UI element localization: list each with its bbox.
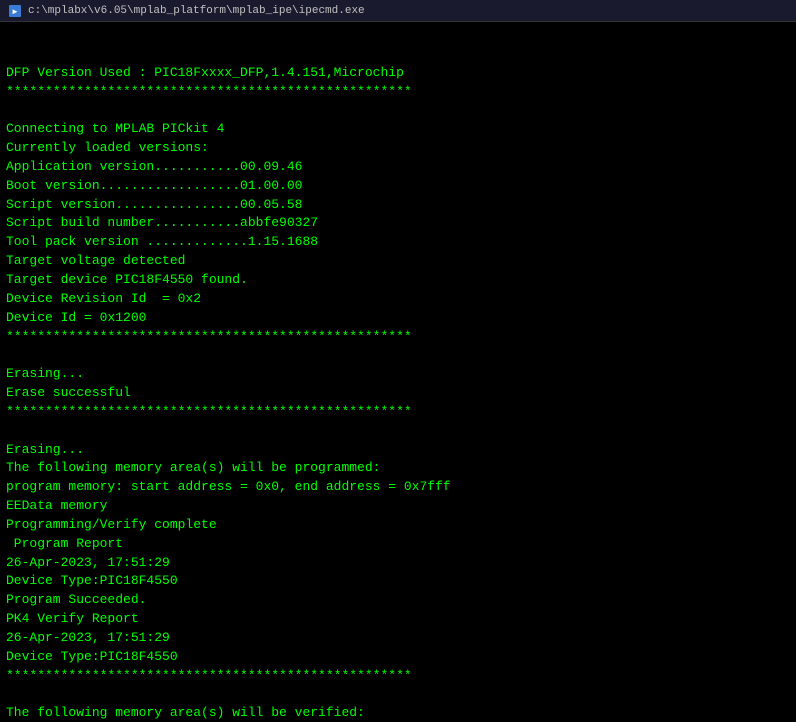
terminal-output: DFP Version Used : PIC18Fxxxx_DFP,1.4.15…	[6, 64, 790, 722]
terminal-line: Device Id = 0x1200	[6, 309, 790, 328]
terminal-line: Target device PIC18F4550 found.	[6, 271, 790, 290]
terminal-line: Erasing...	[6, 365, 790, 384]
terminal-line: ****************************************…	[6, 667, 790, 686]
terminal-line: Currently loaded versions:	[6, 139, 790, 158]
terminal-line	[6, 346, 790, 365]
terminal-line: ****************************************…	[6, 328, 790, 347]
terminal-line: Programming/Verify complete	[6, 516, 790, 535]
terminal-line: Program Report	[6, 535, 790, 554]
terminal-line: 26-Apr-2023, 17:51:29	[6, 554, 790, 573]
title-bar-path: c:\mplabx\v6.05\mplab_platform\mplab_ipe…	[28, 5, 365, 17]
terminal-line: The following memory area(s) will be ver…	[6, 704, 790, 722]
svg-text:►: ►	[11, 7, 19, 16]
terminal-line: DFP Version Used : PIC18Fxxxx_DFP,1.4.15…	[6, 64, 790, 83]
terminal-line: Boot version..................01.00.00	[6, 177, 790, 196]
terminal-line: ****************************************…	[6, 403, 790, 422]
terminal-line: Device Type:PIC18F4550	[6, 572, 790, 591]
terminal-line: PK4 Verify Report	[6, 610, 790, 629]
terminal-line: 26-Apr-2023, 17:51:29	[6, 629, 790, 648]
terminal-line	[6, 686, 790, 705]
terminal-line	[6, 101, 790, 120]
terminal-line: Script build number...........abbfe90327	[6, 214, 790, 233]
app-icon: ►	[8, 4, 22, 18]
terminal-line	[6, 422, 790, 441]
terminal-line: Application version...........00.09.46	[6, 158, 790, 177]
terminal-line: Device Type:PIC18F4550	[6, 648, 790, 667]
terminal-line: Erasing...	[6, 441, 790, 460]
terminal-line: Program Succeeded.	[6, 591, 790, 610]
terminal-line: Connecting to MPLAB PICkit 4	[6, 120, 790, 139]
terminal-line: program memory: start address = 0x0, end…	[6, 478, 790, 497]
terminal-line: ****************************************…	[6, 83, 790, 102]
terminal-line: Script version................00.05.58	[6, 196, 790, 215]
terminal-line: Tool pack version .............1.15.1688	[6, 233, 790, 252]
terminal-line: Erase successful	[6, 384, 790, 403]
terminal-line: Device Revision Id = 0x2	[6, 290, 790, 309]
title-bar: ► c:\mplabx\v6.05\mplab_platform\mplab_i…	[0, 0, 796, 22]
terminal-line: EEData memory	[6, 497, 790, 516]
terminal-line: The following memory area(s) will be pro…	[6, 459, 790, 478]
terminal-line: Target voltage detected	[6, 252, 790, 271]
terminal-body: DFP Version Used : PIC18Fxxxx_DFP,1.4.15…	[0, 22, 796, 722]
